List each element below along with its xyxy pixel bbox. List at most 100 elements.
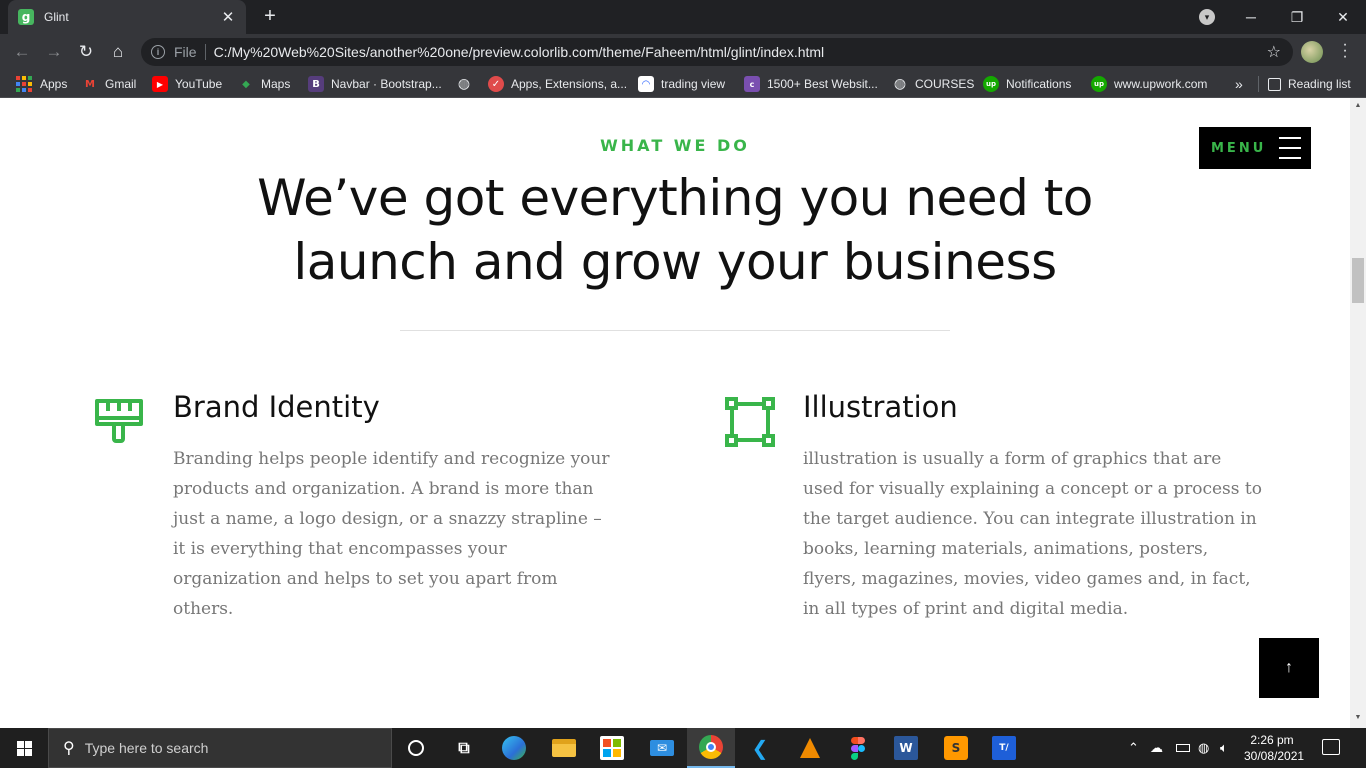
more-bookmarks-chevron-icon[interactable]: » [1235,70,1243,98]
network-tray[interactable]: ◍ [1198,728,1209,768]
cloud-icon: ☁ [1150,740,1163,755]
bookmark-youtube[interactable]: ▶ YouTube [152,70,222,98]
upwork-icon: up [1091,76,1107,92]
bookmark-label: Maps [261,77,291,91]
bookmark-maps[interactable]: ◆ Maps [238,70,290,98]
reading-list-label: Reading list [1288,77,1351,91]
onedrive-tray[interactable]: ☁ [1150,728,1163,768]
new-tab-button[interactable]: + [258,5,282,28]
bookmark-colorlib[interactable]: c 1500+ Best Websit... [744,70,878,98]
taskbar-sublime[interactable]: S [932,728,980,768]
bookmark-globe[interactable]: ◍ [456,70,479,98]
bookmark-label: 1500+ Best Websit... [767,77,878,91]
bookmark-gmail[interactable]: M Gmail [82,70,136,98]
bookmark-separator [1258,76,1259,92]
taskbar-mail[interactable]: ✉ [638,728,686,768]
bookmark-apps[interactable]: Apps [16,70,67,98]
bookmark-bootstrap-navbar[interactable]: B Navbar · Bootstrap... [308,70,442,98]
tab-search-icon[interactable]: ▾ [1199,9,1215,25]
close-window-button[interactable]: ✕ [1320,0,1366,34]
bookmark-trading-view[interactable]: ◠ trading view [638,70,725,98]
section-divider [400,330,950,331]
vlc-cone-icon [800,738,820,758]
taskbar-clock[interactable]: 2:26 pm 30/08/2021 [1244,732,1304,764]
battery-icon [1176,744,1190,752]
task-view-icon: ⧉ [458,738,470,757]
paint-brush-icon [95,399,143,443]
taskbar-vscode[interactable]: ❮ [736,728,784,768]
address-bar[interactable]: i File C:/My%20Web%20Sites/another%20one… [141,38,1293,66]
browser-menu-icon[interactable]: · · · [1340,37,1350,65]
battery-tray[interactable] [1176,728,1190,768]
service-title: Illustration [803,390,958,424]
sublime-text-icon: S [944,736,968,760]
figma-icon [851,736,865,760]
reload-icon[interactable]: ↻ [74,40,98,64]
bookmark-label: Apps, Extensions, a... [511,77,628,91]
show-hidden-icons[interactable]: ⌃ [1128,728,1139,768]
browser-tab[interactable]: g Glint ✕ [8,0,246,34]
service-title: Brand Identity [173,390,380,424]
forward-arrow-icon[interactable]: → [42,40,66,64]
bookmark-label: Notifications [1006,77,1072,91]
bookmark-label: YouTube [175,77,223,91]
back-arrow-icon[interactable]: ← [10,40,34,64]
restore-button[interactable]: ❐ [1274,0,1320,34]
bookmark-extensions[interactable]: ✓ Apps, Extensions, a... [488,70,627,98]
reading-list-icon [1268,77,1281,91]
vscode-icon: ❮ [751,736,769,760]
taskbar-file-explorer[interactable] [540,728,588,768]
section-headline: We’ve got everything you need to launch … [175,166,1175,294]
address-separator [204,44,206,60]
upwork-icon: up [983,76,999,92]
taskbar-figma[interactable] [834,728,882,768]
taskbar-store[interactable] [588,728,636,768]
home-icon[interactable]: ⌂ [106,40,130,64]
headline-line: launch and grow your business [293,233,1057,291]
taskbar-edge[interactable] [490,728,538,768]
minimize-button[interactable]: ─ [1228,0,1274,34]
taskbar-word[interactable]: W [882,728,930,768]
url-text[interactable]: C:/My%20Web%20Sites/another%20one/previe… [214,44,825,60]
go-top-button[interactable]: ↑ [1259,638,1319,698]
volume-tray[interactable]: 🔈︎ [1220,728,1228,768]
cortana-circle-icon [408,740,424,756]
bookmark-star-icon[interactable]: ☆ [1267,42,1281,62]
store-bag-icon [600,736,624,760]
profile-avatar[interactable] [1301,41,1323,63]
cortana-button[interactable] [392,728,440,768]
edge-icon [502,736,526,760]
trading-view-icon: ◠ [638,76,654,92]
scroll-up-arrow-icon[interactable]: ▲ [1350,102,1366,109]
chevron-up-icon: ⌃ [1128,740,1139,755]
start-button[interactable] [0,728,48,768]
search-icon: ⚲ [63,740,75,757]
bookmark-label: www.upwork.com [1114,77,1208,91]
gmail-icon: M [85,78,95,90]
taskbar-typora[interactable]: T/ [980,728,1028,768]
notification-center-icon[interactable] [1322,739,1340,755]
colorlib-icon: c [744,76,760,92]
bookmark-upwork[interactable]: up www.upwork.com [1091,70,1207,98]
taskbar-chrome[interactable] [687,728,735,768]
reading-list[interactable]: Reading list [1258,70,1351,98]
typora-icon: T/ [992,736,1016,760]
scroll-thumb[interactable] [1352,258,1364,303]
page-scrollbar[interactable]: ▲ ▼ [1350,98,1366,728]
service-description: Branding helps people identify and recog… [173,449,610,619]
info-icon[interactable]: i [151,45,165,59]
scheme-label: File [174,44,197,60]
tab-close-icon[interactable]: ✕ [220,8,236,26]
taskbar-search-box[interactable]: ⚲ Type here to search [48,728,392,768]
menu-button[interactable]: MENU [1199,127,1311,169]
clock-time: 2:26 pm [1250,733,1294,747]
bookmark-notifications[interactable]: up Notifications [983,70,1071,98]
page-viewport: WHAT WE DO We’ve got everything you need… [0,98,1350,728]
taskbar-vlc[interactable] [786,728,834,768]
scroll-down-arrow-icon[interactable]: ▼ [1350,714,1366,721]
service-description: illustration is usually a form of graphi… [803,449,1262,619]
bookmark-courses[interactable]: ◍ COURSES [892,70,974,98]
glint-favicon-icon: g [18,9,34,25]
windows-taskbar: ⚲ Type here to search ⧉ ✉ ❮ W S T/ ⌃ ☁ ◍… [0,728,1366,768]
task-view-button[interactable]: ⧉ [440,728,488,768]
